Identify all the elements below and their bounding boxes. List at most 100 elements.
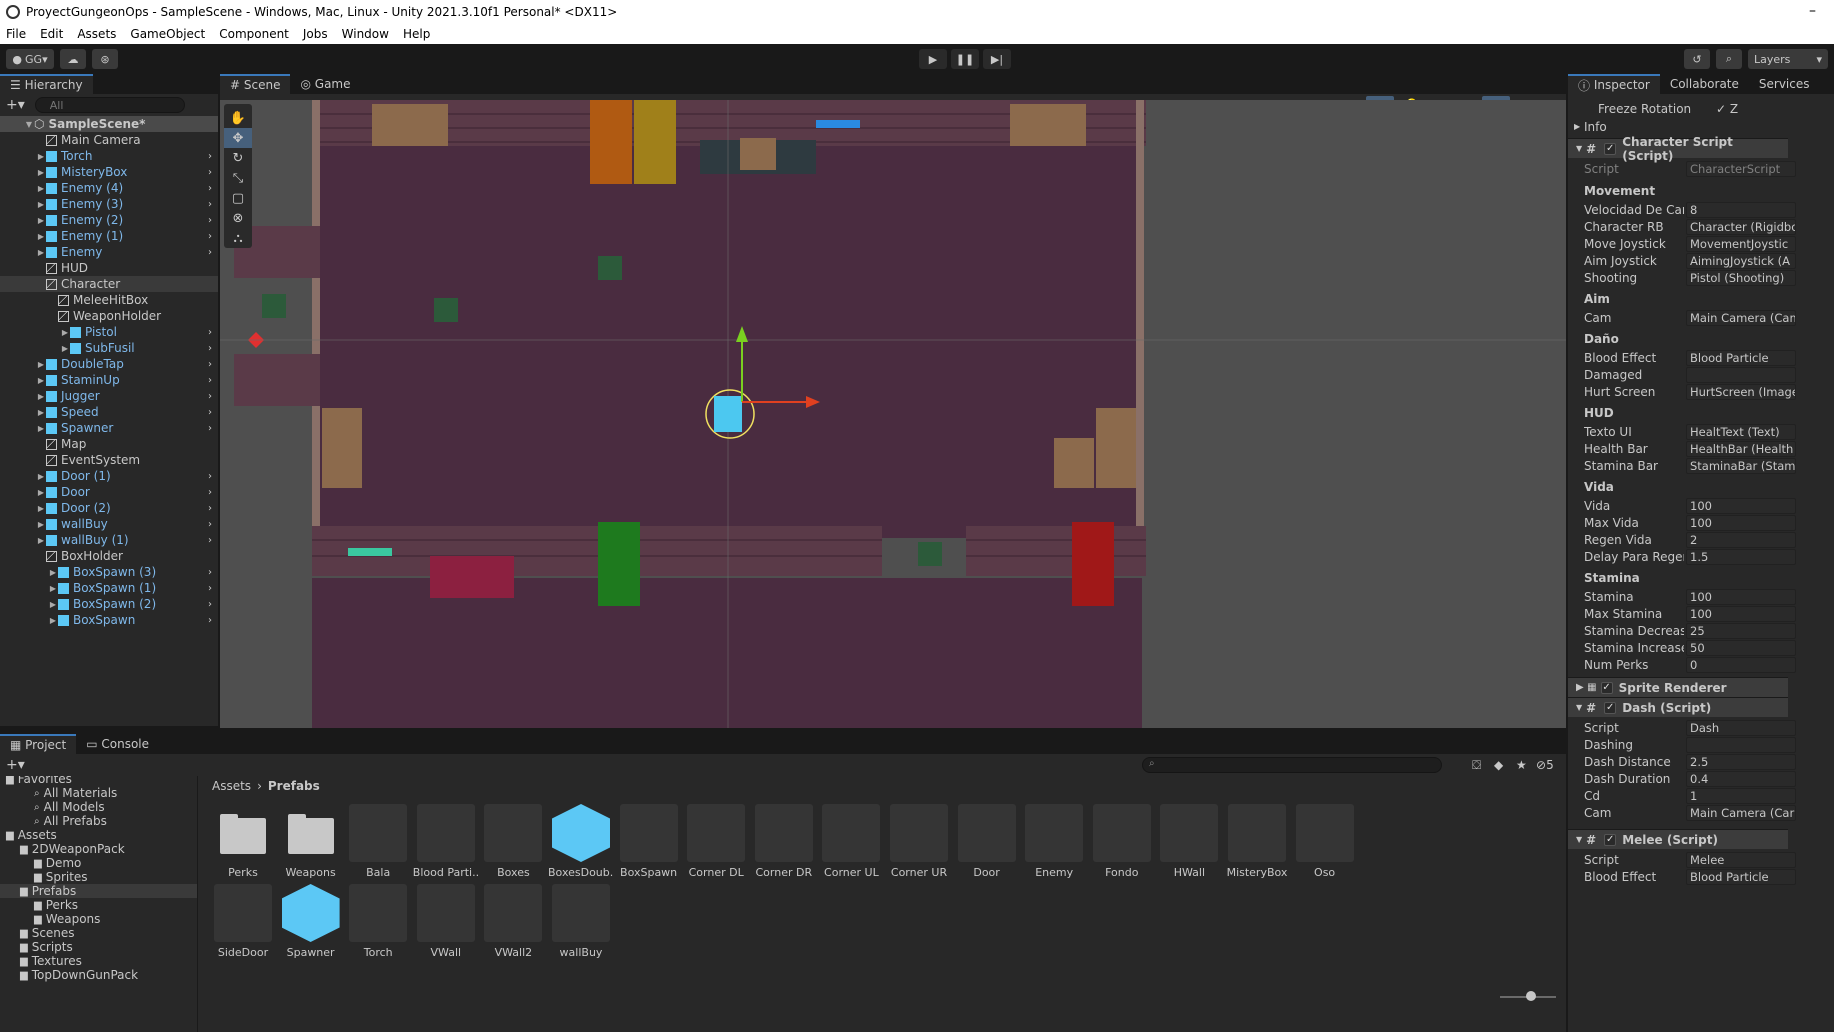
property-field[interactable]: 0.4 bbox=[1686, 770, 1796, 787]
foldout-arrow-icon[interactable]: ▼ bbox=[1576, 703, 1582, 712]
hierarchy-item[interactable]: BoxHolder bbox=[0, 548, 218, 564]
add-icon[interactable]: +▾ bbox=[6, 97, 25, 113]
property-field[interactable]: Pistol (Shooting) bbox=[1686, 269, 1796, 286]
asset-item[interactable]: Torch bbox=[345, 884, 411, 959]
open-prefab-icon[interactable]: › bbox=[208, 391, 212, 402]
tab-hierarchy[interactable]: ☰ Hierarchy bbox=[0, 74, 93, 94]
asset-item[interactable]: Fondo bbox=[1089, 804, 1155, 879]
cloud-icon[interactable]: ☁ bbox=[60, 49, 86, 69]
tab-services[interactable]: Services bbox=[1749, 74, 1820, 94]
tab-collaborate[interactable]: Collaborate bbox=[1660, 74, 1749, 94]
open-prefab-icon[interactable]: › bbox=[208, 615, 212, 626]
open-prefab-icon[interactable]: › bbox=[208, 375, 212, 386]
fold-arrow-icon[interactable]: ▶ bbox=[36, 360, 46, 369]
asset-item[interactable]: Corner DR bbox=[751, 804, 817, 879]
hierarchy-item[interactable]: ▶ wallBuy (1) › bbox=[0, 532, 218, 548]
hierarchy-item[interactable]: ▶ BoxSpawn (2) › bbox=[0, 596, 218, 612]
asset-item[interactable]: Bala bbox=[345, 804, 411, 879]
menu-item-jobs[interactable]: Jobs bbox=[303, 27, 328, 41]
asset-item[interactable]: Corner UR bbox=[886, 804, 952, 879]
open-prefab-icon[interactable]: › bbox=[208, 247, 212, 258]
dash-script-header[interactable]: ▼ # ✓ Dash (Script) bbox=[1568, 697, 1788, 717]
project-tree-item[interactable]: ▆ Prefabs bbox=[0, 884, 197, 898]
info-foldout[interactable]: ▶ Info bbox=[1568, 118, 1788, 135]
filter-type-icon[interactable]: ⛋ bbox=[1472, 758, 1481, 773]
breadcrumb-prefabs[interactable]: Prefabs bbox=[268, 779, 320, 793]
open-prefab-icon[interactable]: › bbox=[208, 487, 212, 498]
step-button[interactable]: ▶| bbox=[983, 49, 1011, 69]
minimize-button[interactable]: – bbox=[1809, 3, 1816, 19]
fold-arrow-icon[interactable]: ▶ bbox=[36, 152, 46, 161]
hierarchy-item[interactable]: ▶ BoxSpawn (3) › bbox=[0, 564, 218, 580]
asset-item[interactable]: Spawner bbox=[278, 884, 344, 959]
property-field[interactable]: HurtScreen (Image bbox=[1686, 383, 1796, 400]
property-field[interactable]: 50 bbox=[1686, 639, 1796, 656]
hierarchy-item[interactable]: ▶ BoxSpawn (1) › bbox=[0, 580, 218, 596]
property-field[interactable]: 2 bbox=[1686, 531, 1796, 548]
hierarchy-item[interactable]: ▶ Door (2) › bbox=[0, 500, 218, 516]
component-enabled-checkbox[interactable]: ✓ bbox=[1604, 701, 1617, 714]
hidden-packages-icon[interactable]: ⊘5 bbox=[1536, 758, 1554, 772]
project-tree-item[interactable]: ⌕ All Materials bbox=[0, 786, 117, 800]
search-icon[interactable]: ⌕ bbox=[1716, 49, 1742, 69]
asset-item[interactable]: wallBuy bbox=[548, 884, 614, 959]
asset-item[interactable]: Corner UL bbox=[818, 804, 884, 879]
open-prefab-icon[interactable]: › bbox=[208, 327, 212, 338]
open-prefab-icon[interactable]: › bbox=[208, 359, 212, 370]
open-prefab-icon[interactable]: › bbox=[208, 567, 212, 578]
rotate-tool-icon[interactable]: ↻ bbox=[224, 148, 252, 168]
collab-icon[interactable]: ⊛ bbox=[92, 49, 118, 69]
hierarchy-item[interactable]: ▶ StaminUp › bbox=[0, 372, 218, 388]
tab-game[interactable]: ◎ Game bbox=[290, 74, 360, 94]
filter-label-icon[interactable]: ◆ bbox=[1494, 758, 1503, 772]
property-field[interactable]: HealthBar (Health bbox=[1686, 440, 1796, 457]
project-tree-item[interactable]: ▆ Weapons bbox=[0, 912, 100, 926]
fold-arrow-icon[interactable]: ▶ bbox=[60, 344, 70, 353]
character-script-header[interactable]: ▼ # ✓ Character Script (Script) bbox=[1568, 135, 1788, 163]
asset-item[interactable]: Blood Parti... bbox=[413, 804, 479, 879]
create-icon[interactable]: +▾ bbox=[6, 757, 25, 773]
open-prefab-icon[interactable]: › bbox=[208, 167, 212, 178]
property-field[interactable]: Blood Particle bbox=[1686, 349, 1796, 366]
hierarchy-item[interactable]: ▶ Enemy (1) › bbox=[0, 228, 218, 244]
custom-tool-icon[interactable]: ⛬ bbox=[224, 228, 252, 248]
hierarchy-item[interactable]: Main Camera bbox=[0, 132, 218, 148]
asset-item[interactable]: MisteryBox bbox=[1224, 804, 1290, 879]
property-field[interactable]: Character (Rigidbo bbox=[1686, 218, 1796, 235]
asset-item[interactable]: Door bbox=[954, 804, 1020, 879]
play-button[interactable]: ▶ bbox=[919, 49, 947, 69]
hierarchy-item[interactable]: ▶ Enemy (4) › bbox=[0, 180, 218, 196]
property-field[interactable]: MovementJoystic bbox=[1686, 235, 1796, 252]
scene-viewport[interactable]: ✋ ✥ ↻ ⤡ ▢ ⊗ ⛬ bbox=[220, 100, 1566, 728]
project-tree-item[interactable]: ▆ Favorites bbox=[0, 776, 72, 786]
menu-item-file[interactable]: File bbox=[6, 27, 26, 41]
open-prefab-icon[interactable]: › bbox=[208, 343, 212, 354]
fold-arrow-icon[interactable]: ▶ bbox=[36, 200, 46, 209]
property-field[interactable]: 100 bbox=[1686, 605, 1796, 622]
asset-item[interactable]: Perks bbox=[210, 804, 276, 879]
fold-arrow-icon[interactable]: ▶ bbox=[36, 488, 46, 497]
project-tree-item[interactable]: ▆ TopDownGunPack bbox=[0, 968, 138, 982]
property-field[interactable]: 1.5 bbox=[1686, 548, 1796, 565]
property-field[interactable] bbox=[1686, 366, 1796, 383]
property-field[interactable]: 100 bbox=[1686, 497, 1796, 514]
fold-arrow-icon[interactable]: ▶ bbox=[48, 600, 58, 609]
hierarchy-search-input[interactable] bbox=[34, 97, 185, 113]
component-enabled-checkbox[interactable]: ✓ bbox=[1604, 833, 1617, 846]
hierarchy-item[interactable]: ▶ DoubleTap › bbox=[0, 356, 218, 372]
property-field[interactable]: Dash bbox=[1686, 719, 1796, 736]
open-prefab-icon[interactable]: › bbox=[208, 535, 212, 546]
hierarchy-item[interactable]: ▶ Speed › bbox=[0, 404, 218, 420]
open-prefab-icon[interactable]: › bbox=[208, 423, 212, 434]
menu-item-edit[interactable]: Edit bbox=[40, 27, 63, 41]
hierarchy-item[interactable]: HUD bbox=[0, 260, 218, 276]
fold-arrow-icon[interactable]: ▶ bbox=[48, 584, 58, 593]
asset-item[interactable]: BoxSpawn bbox=[616, 804, 682, 879]
tab-console[interactable]: ▭ Console bbox=[76, 734, 159, 754]
property-field[interactable] bbox=[1686, 736, 1796, 753]
hierarchy-item[interactable]: ▶ SubFusil › bbox=[0, 340, 218, 356]
open-prefab-icon[interactable]: › bbox=[208, 199, 212, 210]
foldout-arrow-icon[interactable]: ▼ bbox=[1576, 835, 1582, 844]
property-field[interactable]: 1 bbox=[1686, 787, 1796, 804]
open-prefab-icon[interactable]: › bbox=[208, 215, 212, 226]
